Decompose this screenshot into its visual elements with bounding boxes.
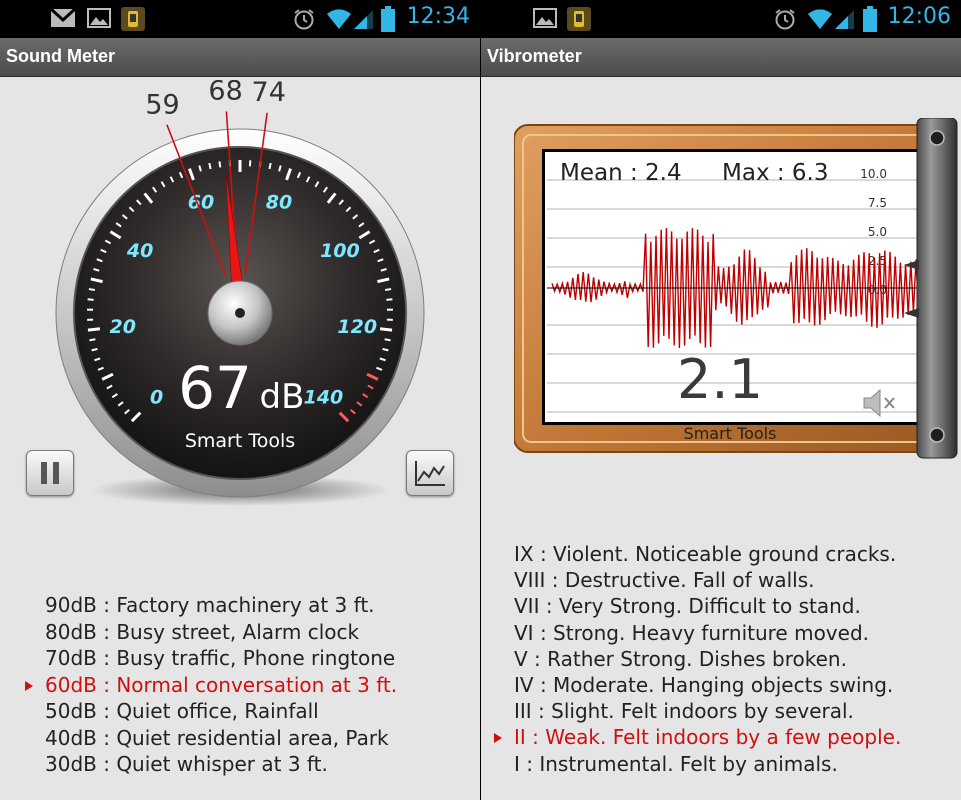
gauge-tick xyxy=(382,347,389,352)
sound-gauge: 0 20 40 60 80 100 120 140 59 68 74 67 dB Smart To… xyxy=(55,80,425,506)
gauge-tick xyxy=(87,327,101,332)
gauge-tick xyxy=(268,162,272,170)
db-unit: dB xyxy=(260,377,305,417)
gauge-tick xyxy=(87,298,94,301)
list-item: 90dB : Factory machinery at 3 ft. xyxy=(45,593,375,617)
gauge-scale-label: 100 xyxy=(320,240,360,262)
title-bar: Sound Meter xyxy=(0,38,480,77)
gallery-icon xyxy=(87,8,111,28)
marker-labels: 59 68 74 xyxy=(145,80,286,121)
list-item: 50dB : Quiet office, Rainfall xyxy=(45,699,319,723)
signal-icon xyxy=(835,10,854,29)
gauge-scale-label: 140 xyxy=(304,386,344,408)
gauge-tick xyxy=(89,338,96,342)
screen-brand: Smart Tools xyxy=(684,424,777,443)
list-item: IV : Moderate. Hanging objects swing. xyxy=(514,672,894,697)
max-value: Max : 6.3 xyxy=(722,160,829,186)
vibrometer-display: 10.07.55.02.50.0 Mean : 2.4 Max : 6.3 2.… xyxy=(514,118,958,459)
gauge-tick xyxy=(385,288,392,291)
mean-value: Mean : 2.4 xyxy=(560,160,682,186)
signal-icon xyxy=(354,10,373,29)
wifi-icon xyxy=(808,9,832,29)
sound-meter-screen: 12:34 Sound Meter 0 20 40 60 80 100 120 … xyxy=(0,0,480,800)
alarm-icon xyxy=(775,9,795,30)
gauge-scale-label: 60 xyxy=(188,192,214,214)
app-title: Vibrometer xyxy=(487,46,582,66)
gallery-icon xyxy=(533,8,557,28)
title-bar: Vibrometer xyxy=(481,38,961,77)
status-bar: 12:34 xyxy=(0,0,480,38)
gauge-tick xyxy=(91,347,98,352)
gauge-scale-label: 0 xyxy=(150,386,163,408)
list-item: V : Rather Strong. Dishes broken. xyxy=(514,646,847,671)
list-item: VI : Strong. Heavy furniture moved. xyxy=(514,620,869,645)
marker-label: 68 xyxy=(208,80,242,106)
clamp-screw-bottom xyxy=(929,427,945,443)
gauge-scale-label: 120 xyxy=(337,316,377,338)
gauge-tick xyxy=(384,338,391,342)
list-item: IX : Violent. Noticeable ground cracks. xyxy=(514,542,897,566)
chart-button[interactable] xyxy=(406,450,454,496)
list-item-active: 60dB : Normal conversation at 3 ft. xyxy=(24,672,398,697)
gauge-brand: Smart Tools xyxy=(185,430,295,452)
clock: 12:06 xyxy=(887,4,951,29)
app-icon xyxy=(567,7,591,31)
clock: 12:34 xyxy=(406,4,470,29)
y-tick-label: 10.0 xyxy=(860,167,887,181)
gauge-tick xyxy=(379,327,393,332)
steel-clamp xyxy=(916,118,958,459)
vibrometer-screen: 12:06 Vibrometer 10.0 7.5 5.0 2.5 0.0 Mean :… xyxy=(481,0,961,800)
y-tick-label: 7.5 xyxy=(868,196,887,210)
gauge-scale-label: 20 xyxy=(110,316,136,338)
battery-icon xyxy=(863,6,877,32)
gauge-scale-label: 80 xyxy=(266,192,292,214)
wifi-icon xyxy=(327,9,351,29)
pause-button[interactable] xyxy=(26,450,74,496)
list-item: 80dB : Busy street, Alarm clock xyxy=(45,619,360,644)
gauge-tick xyxy=(218,161,222,168)
gauge-tick xyxy=(208,162,212,170)
db-reference-list: 90dB : Factory machinery at 3 ft. 80dB : … xyxy=(24,592,398,778)
y-tick-label: 5.0 xyxy=(868,225,887,239)
list-item: III : Slight. Felt indoors by several. xyxy=(514,699,854,724)
battery-icon xyxy=(381,6,395,32)
gauge-pivot xyxy=(235,308,245,318)
app-title: Sound Meter xyxy=(6,46,116,66)
gmail-icon xyxy=(50,8,76,27)
list-item-active: II : Weak. Felt indoors by a few people. xyxy=(493,725,902,750)
list-item: 40dB : Quiet residential area, Park xyxy=(45,725,389,750)
gauge-tick xyxy=(386,298,393,301)
marker-label: 59 xyxy=(145,90,179,121)
intensity-reference-list: IX : Violent. Noticeable ground cracks. V… xyxy=(493,541,902,777)
list-item: VII : Very Strong. Difficult to stand. xyxy=(514,594,861,619)
gauge-tick xyxy=(88,288,95,291)
pause-icon xyxy=(41,462,59,484)
status-bar: 12:06 xyxy=(481,0,961,38)
gauge-scale-label: 40 xyxy=(126,240,153,262)
db-reading: 67 xyxy=(178,354,252,422)
list-item: VIII : Destructive. Fall of walls. xyxy=(514,568,815,593)
chart-icon xyxy=(415,461,445,486)
list-item: 30dB : Quiet whisper at 3 ft. xyxy=(45,752,328,776)
vibration-reading: 2.1 xyxy=(677,348,763,411)
app-icon xyxy=(121,7,145,31)
alarm-icon xyxy=(294,9,314,30)
clamp-screw-top xyxy=(929,130,945,146)
list-item: I : Instrumental. Felt by animals. xyxy=(514,751,838,776)
marker-label: 74 xyxy=(252,80,286,108)
list-item: 70dB : Busy traffic, Phone ringtone xyxy=(45,646,396,670)
